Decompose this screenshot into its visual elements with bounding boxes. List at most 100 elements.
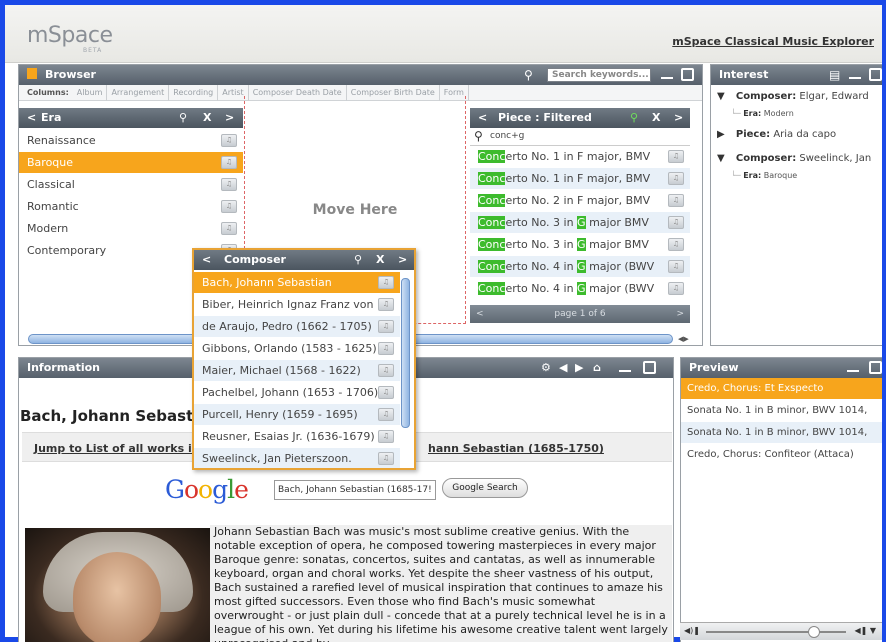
preview-item[interactable]: Credo, Chorus: Confiteor (Attaca): [681, 444, 882, 466]
expanded-arrow-icon[interactable]: ▼: [717, 153, 725, 164]
google-search-button[interactable]: Google Search: [442, 478, 528, 498]
scroll-arrows[interactable]: ◀▶: [678, 334, 700, 344]
speaker-icon[interactable]: ♫: [378, 320, 394, 333]
speaker-icon[interactable]: ♫: [668, 216, 684, 229]
volume-icon[interactable]: ◀)❚: [684, 626, 700, 635]
piece-item[interactable]: Concerto No. 1 in F major, BMV ♫: [470, 168, 690, 190]
era-close-icon[interactable]: X: [203, 108, 211, 128]
speaker-icon[interactable]: ♫: [668, 238, 684, 251]
composer-item[interactable]: Purcell, Henry (1659 - 1695) ♫: [194, 404, 400, 426]
composer-close-icon[interactable]: X: [376, 250, 384, 270]
home-icon[interactable]: ⌂: [593, 362, 601, 374]
composer-item[interactable]: Gibbons, Orlando (1583 - 1625) ♫: [194, 338, 400, 360]
speaker-icon[interactable]: ♫: [221, 178, 237, 191]
era-item-romantic[interactable]: Romantic ♫: [19, 196, 243, 218]
pager-next-icon[interactable]: >: [676, 305, 684, 323]
era-item-modern[interactable]: Modern ♫: [19, 218, 243, 240]
speaker-icon[interactable]: ♫: [378, 408, 394, 421]
speaker-icon[interactable]: ♫: [668, 194, 684, 207]
piece-item[interactable]: Concerto No. 1 in F major, BMV ♫: [470, 146, 690, 168]
settings-icon[interactable]: ⚙: [541, 362, 551, 374]
player-controls-icon[interactable]: ◀❚ ▼: [854, 626, 876, 635]
speaker-icon[interactable]: ♫: [221, 200, 237, 213]
interest-item[interactable]: ▶ Piece: Aria da capo: [717, 129, 882, 140]
speaker-icon[interactable]: ♫: [668, 172, 684, 185]
piece-item[interactable]: Concerto No. 2 in F major, BMV ♫: [470, 190, 690, 212]
jump-to-works-link[interactable]: Jump to List of all works in: [34, 442, 200, 455]
speaker-icon[interactable]: ♫: [378, 430, 394, 443]
composer-item[interactable]: Bach, Johann Sebastian ♫: [194, 272, 400, 294]
era-item-baroque[interactable]: Baroque ♫: [19, 152, 243, 174]
prev-arrow-icon[interactable]: <: [202, 250, 211, 270]
piece-search-icon[interactable]: ⚲: [630, 108, 638, 128]
browser-search-input[interactable]: Search keywords...: [547, 68, 651, 82]
era-item-renaissance[interactable]: Renaissance ♫: [19, 130, 243, 152]
playback-slider[interactable]: [706, 631, 846, 633]
column-album[interactable]: Album: [73, 85, 108, 101]
piece-item[interactable]: Concerto No. 3 in G major BMV ♫: [470, 234, 690, 256]
speaker-icon[interactable]: ♫: [378, 298, 394, 311]
app-title-link[interactable]: mSpace Classical Music Explorer: [672, 35, 874, 48]
composer-search-icon[interactable]: ⚲: [354, 250, 362, 270]
composer-item[interactable]: de Araujo, Pedro (1662 - 1705) ♫: [194, 316, 400, 338]
speaker-icon[interactable]: ♫: [668, 260, 684, 273]
composer-item[interactable]: Biber, Heinrich Ignaz Franz von ♫: [194, 294, 400, 316]
era-search-icon[interactable]: ⚲: [179, 108, 187, 128]
google-search-input[interactable]: Bach, Johann Sebastian (1685-17!: [274, 480, 436, 500]
composer-item[interactable]: Reusner, Esaias Jr. (1636-1679) ♫: [194, 426, 400, 448]
restore-icon[interactable]: [869, 361, 882, 374]
next-arrow-icon[interactable]: >: [225, 108, 234, 128]
column-recording[interactable]: Recording: [169, 85, 219, 101]
prev-arrow-icon[interactable]: <: [478, 108, 487, 128]
minimize-icon[interactable]: [847, 370, 859, 372]
speaker-icon[interactable]: ♫: [378, 386, 394, 399]
composer-item[interactable]: Sweelinck, Jan Pieterszoon. ♫: [194, 448, 400, 468]
pager-prev-icon[interactable]: <: [476, 305, 484, 323]
piece-item[interactable]: Concerto No. 3 in G major BMV ♫: [470, 212, 690, 234]
preview-item[interactable]: Sonata No. 1 in B minor, BWV 1014,: [681, 422, 882, 444]
next-arrow-icon[interactable]: >: [398, 250, 407, 270]
speaker-icon[interactable]: ♫: [668, 150, 684, 163]
piece-filter-input[interactable]: conc+g: [490, 131, 620, 141]
speaker-icon[interactable]: ♫: [378, 364, 394, 377]
speaker-icon[interactable]: ♫: [221, 222, 237, 235]
composer-column-popup[interactable]: < Composer ⚲ X > Bach, Johann Sebastian ♫…: [192, 248, 416, 470]
minimize-icon[interactable]: [661, 77, 673, 79]
restore-icon[interactable]: [643, 361, 656, 374]
composer-item[interactable]: Pachelbel, Johann (1653 - 1706) ♫: [194, 382, 400, 404]
speaker-icon[interactable]: ♫: [221, 156, 237, 169]
interest-item[interactable]: ▼ Composer: Elgar, Edward: [717, 91, 882, 102]
back-icon[interactable]: ◀: [559, 362, 567, 374]
composer-link[interactable]: hann Sebastian (1685-1750): [428, 442, 604, 455]
speaker-icon[interactable]: ♫: [378, 452, 394, 465]
piece-close-icon[interactable]: X: [652, 108, 660, 128]
speaker-icon[interactable]: ♫: [668, 282, 684, 295]
piece-item[interactable]: Concerto No. 4 in G major (BWV ♫: [470, 256, 690, 278]
speaker-icon[interactable]: ♫: [221, 134, 237, 147]
speaker-icon[interactable]: ♫: [378, 276, 394, 289]
expanded-arrow-icon[interactable]: ▼: [717, 91, 725, 102]
column-arrangement[interactable]: Arrangement: [107, 85, 170, 101]
trash-icon[interactable]: ▤: [829, 65, 840, 85]
search-icon[interactable]: ⚲: [524, 65, 533, 85]
interest-subitem[interactable]: └─ Era: Baroque: [731, 171, 797, 180]
piece-item[interactable]: Concerto No. 4 in G major (BWV ♫: [470, 278, 690, 300]
next-arrow-icon[interactable]: >: [674, 108, 683, 128]
maximize-icon[interactable]: [681, 68, 694, 81]
logo[interactable]: mSpace: [27, 23, 113, 48]
collapsed-arrow-icon[interactable]: ▶: [717, 129, 725, 140]
prev-arrow-icon[interactable]: <: [27, 108, 36, 128]
preview-item[interactable]: Credo, Chorus: Et Exspecto: [681, 378, 882, 400]
preview-item[interactable]: Sonata No. 1 in B minor, BWV 1014,: [681, 400, 882, 422]
playback-knob[interactable]: [808, 626, 820, 638]
interest-subitem[interactable]: └─ Era: Modern: [731, 109, 794, 118]
minimize-icon[interactable]: [849, 77, 861, 79]
minimize-icon[interactable]: [619, 370, 631, 372]
interest-item[interactable]: ▼ Composer: Sweelinck, Jan: [717, 153, 882, 164]
composer-item[interactable]: Maier, Michael (1568 - 1622) ♫: [194, 360, 400, 382]
era-item-classical[interactable]: Classical ♫: [19, 174, 243, 196]
speaker-icon[interactable]: ♫: [378, 342, 394, 355]
composer-scrollbar[interactable]: [401, 278, 410, 428]
maximize-icon[interactable]: [869, 68, 882, 81]
forward-icon[interactable]: ▶: [575, 362, 583, 374]
